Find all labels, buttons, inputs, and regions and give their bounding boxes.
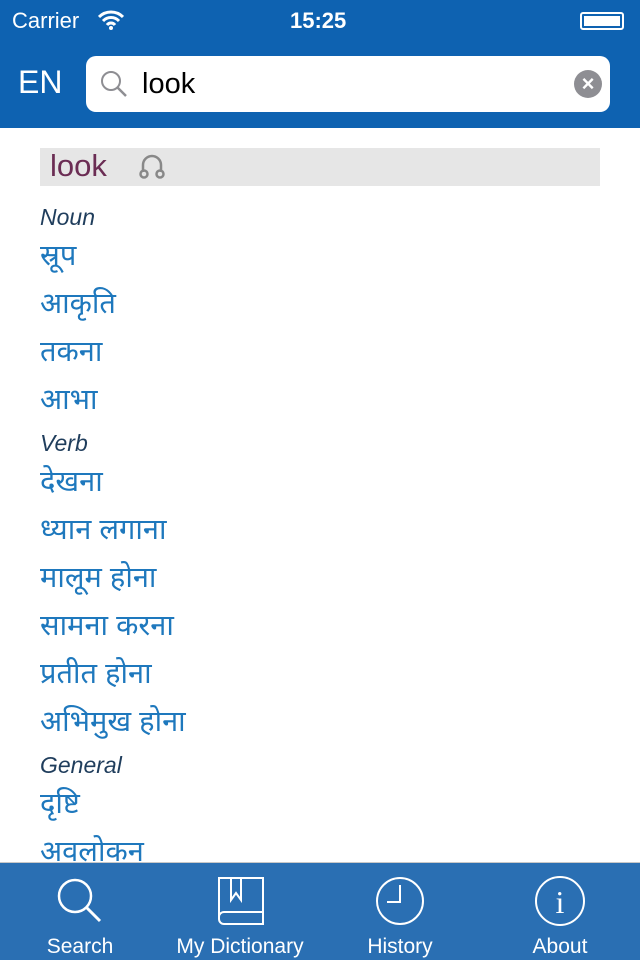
svg-text:i: i: [556, 884, 565, 920]
tab-about[interactable]: i About: [480, 863, 640, 961]
translation-item[interactable]: तकना: [40, 328, 600, 376]
translation-item[interactable]: ध्यान लगाना: [40, 506, 600, 554]
book-icon: [218, 877, 264, 925]
headword-bar: look: [40, 148, 600, 186]
translation-item[interactable]: प्रतीत होना: [40, 650, 600, 698]
language-selector[interactable]: EN: [18, 64, 62, 101]
clear-icon[interactable]: ×: [574, 70, 602, 98]
search-input[interactable]: [142, 64, 562, 104]
part-of-speech: General: [40, 752, 122, 778]
entry-view: look Noun स्रूप आकृति तकना आभा Verb देखना ध्यान…: [0, 128, 640, 862]
search-icon: [101, 71, 127, 97]
wifi-icon: [98, 10, 124, 30]
tab-bar: Search My Dictionary History i About: [0, 862, 640, 960]
part-of-speech: Verb: [40, 430, 88, 456]
translation-item[interactable]: अभिमुख होना: [40, 698, 600, 746]
translation-item[interactable]: आकृति: [40, 280, 600, 328]
translation-list: Noun स्रूप आकृति तकना आभा Verb देखना ध्यान लगान…: [40, 198, 600, 862]
translation-item[interactable]: देखना: [40, 458, 600, 506]
translation-item[interactable]: आभा: [40, 376, 600, 424]
translation-item[interactable]: सामना करना: [40, 602, 600, 650]
tab-search[interactable]: Search: [0, 863, 160, 961]
translation-item[interactable]: स्रूप: [40, 232, 600, 280]
headword: look: [50, 148, 107, 183]
info-icon: i: [535, 876, 585, 926]
search-icon: [57, 878, 102, 923]
clock-icon: [376, 877, 424, 925]
translation-item[interactable]: अवलोकन: [40, 828, 600, 862]
clock: 15:25: [290, 8, 347, 33]
carrier: Carrier: [12, 8, 80, 33]
headphones-icon[interactable]: [138, 152, 166, 180]
header: Carrier 15:25 EN ×: [0, 0, 640, 128]
battery-icon: [580, 12, 624, 30]
tab-history[interactable]: History: [320, 863, 480, 961]
translation-item[interactable]: दृष्टि: [40, 780, 600, 828]
search-bar[interactable]: ×: [86, 56, 610, 112]
part-of-speech: Noun: [40, 204, 95, 230]
tab-my-dictionary[interactable]: My Dictionary: [160, 863, 320, 961]
translation-item[interactable]: मालूम होना: [40, 554, 600, 602]
